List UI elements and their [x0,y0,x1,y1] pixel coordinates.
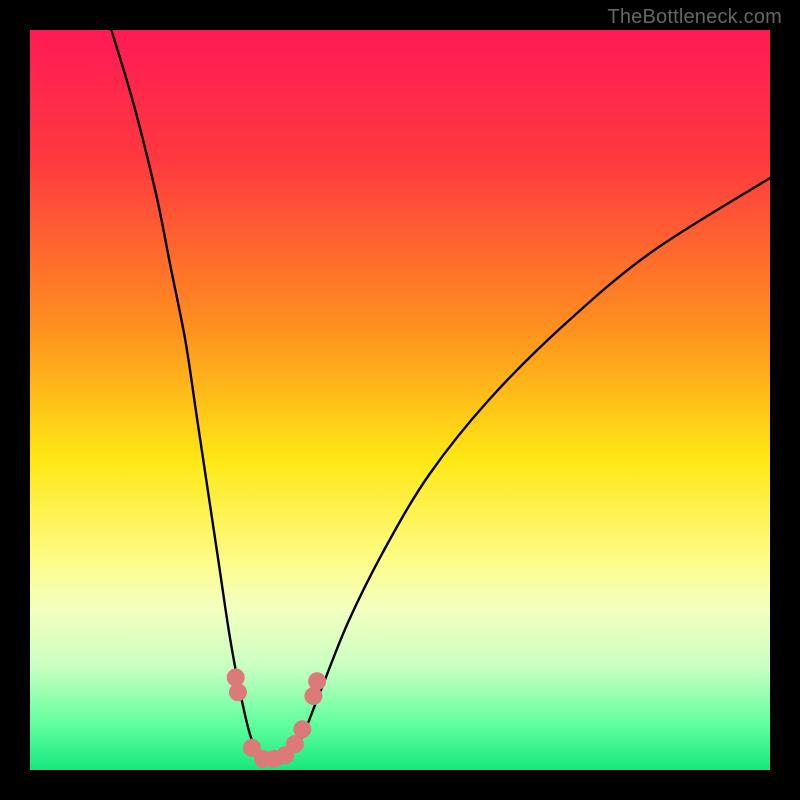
watermark-text: TheBottleneck.com [607,6,782,29]
data-marker [229,683,247,701]
data-marker [293,720,311,738]
curve-markers [227,669,326,768]
data-marker [308,672,326,690]
chart-plot-area [30,30,770,770]
bottleneck-curve [111,30,770,765]
chart-svg [30,30,770,770]
